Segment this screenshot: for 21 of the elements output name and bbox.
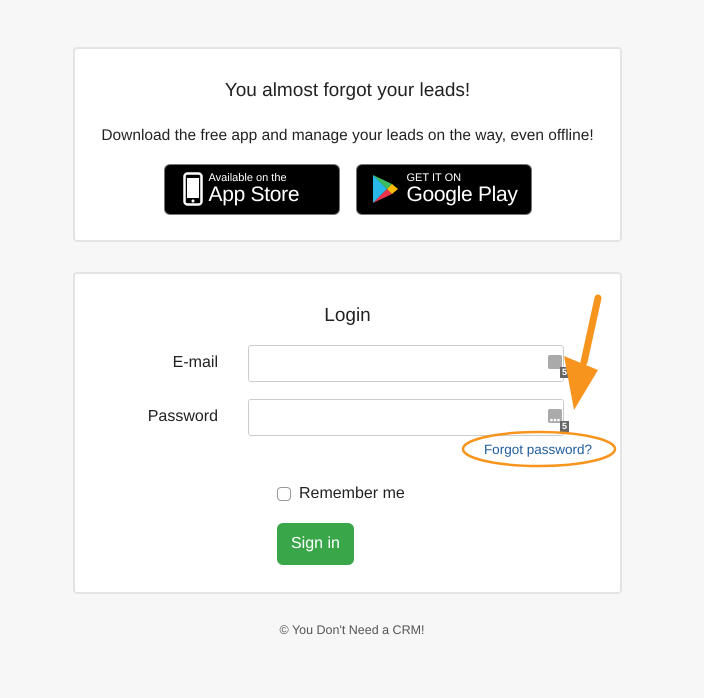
forgot-password-link[interactable]: Forgot password? [484,440,592,460]
promo-title: You almost forgot your leads! [224,79,472,103]
remember-label: Remember me [299,484,405,504]
footer-text: © You Don't Need a CRM! [278,622,426,639]
promo-text: Download the free app and manage your leads on the way, even offline! [100,126,595,146]
remember-checkbox[interactable] [277,486,291,501]
badge-caption: GET IT ON [406,172,462,184]
field-label: E-mail [172,353,219,373]
password-manager-icon[interactable] [548,354,562,368]
google-play-badge[interactable]: GET IT ON Google Play [356,164,532,215]
play-triangle-icon [370,173,398,206]
field-label: Password [146,407,219,427]
store-name: App Store [208,184,300,206]
password-field[interactable] [248,398,564,436]
phone-icon [182,172,202,206]
email-field[interactable] [248,344,564,382]
password-manager-icon[interactable] [548,408,562,422]
store-name: Google Play [406,184,518,206]
login-title: Login [323,304,372,328]
app-store-badge[interactable]: Available on the App Store [164,164,340,215]
badge-caption: Available on the [208,172,288,184]
